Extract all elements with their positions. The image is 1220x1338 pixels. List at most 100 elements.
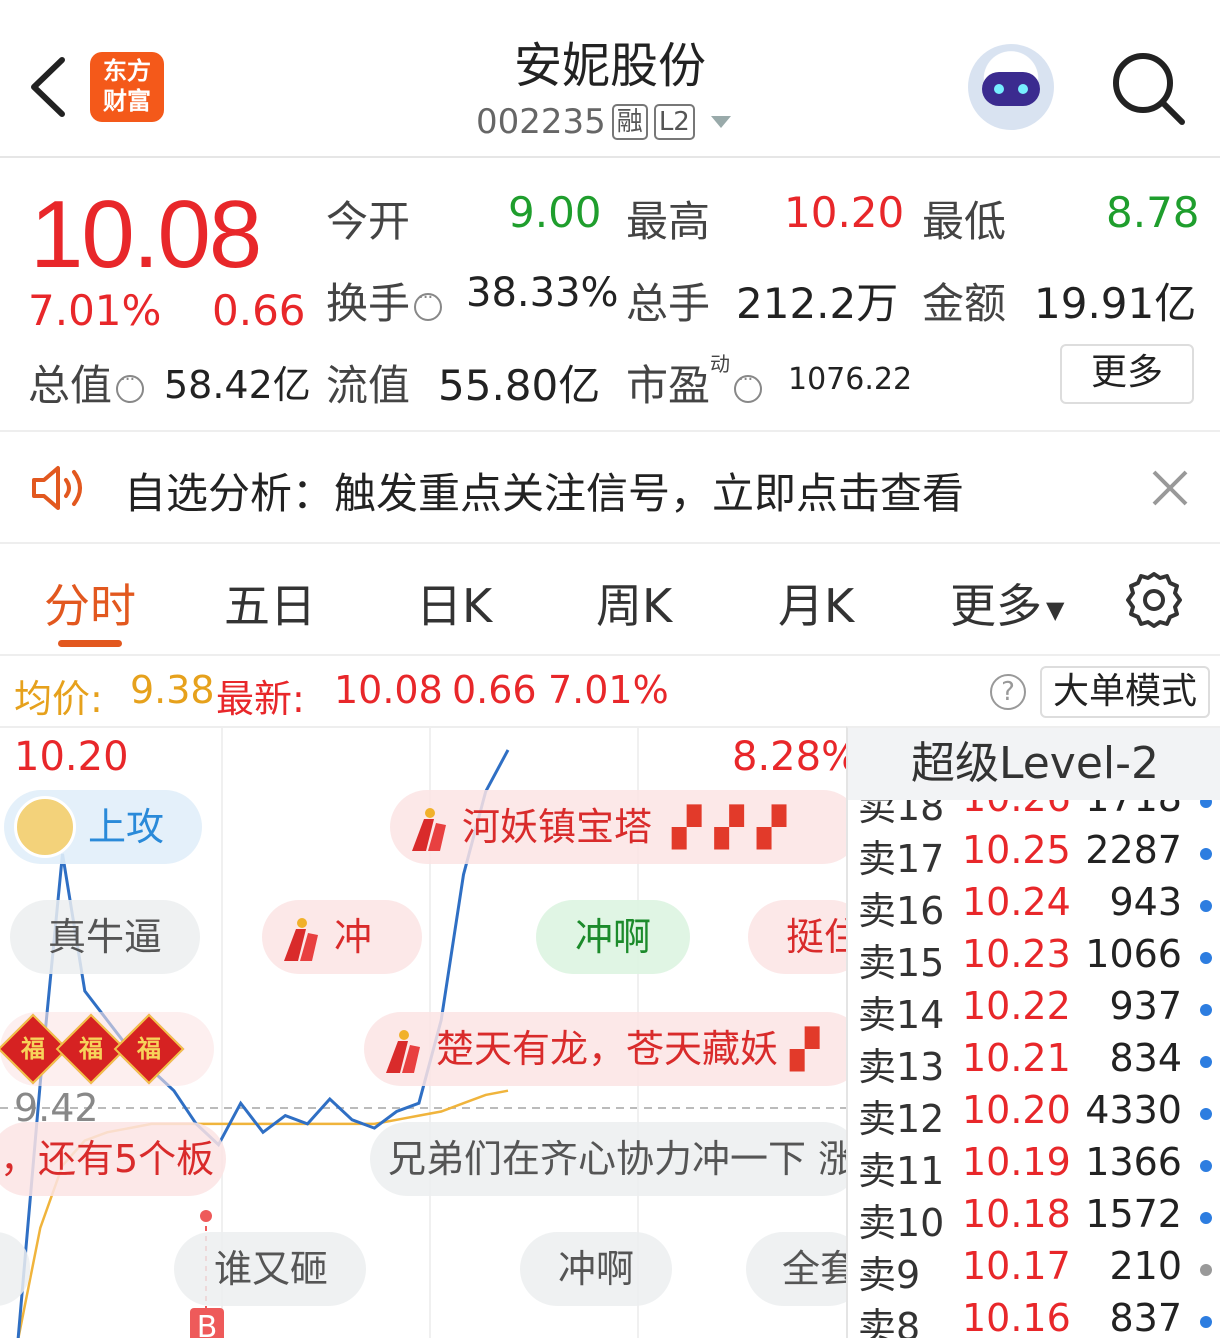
level2-header[interactable]: 超级Level-2 — [848, 728, 1220, 800]
open-value: 9.00 — [508, 188, 602, 237]
intraday-chart[interactable]: 10.20 8.28% 9.42 上攻 河妖镇宝塔 ▞ ▞ ▞ 真牛逼 冲 冲啊… — [0, 726, 846, 1338]
comment-bubble[interactable]: 谁又砸 — [174, 1232, 366, 1306]
firecracker-icon — [386, 1029, 420, 1073]
amount-label: 金额 — [922, 279, 1007, 328]
search-icon[interactable] — [1108, 48, 1188, 128]
mktcap-label: 总值 — [28, 352, 148, 413]
info-icon[interactable] — [116, 369, 145, 403]
buy-signal-badge[interactable]: B — [190, 1308, 224, 1338]
order-book-row[interactable]: 卖13 10.21 834 — [848, 1036, 1220, 1089]
tab-intraday[interactable]: 分时 — [44, 570, 136, 636]
order-book-row[interactable]: 卖15 10.23 1066 — [848, 932, 1220, 985]
order-volume: 4330 — [1085, 1088, 1182, 1132]
info-icon[interactable] — [734, 369, 763, 403]
order-level: 卖11 — [858, 1149, 945, 1193]
comment-bubble[interactable]: 兄弟们在齐心协力冲一下 涨 — [370, 1122, 846, 1196]
comment-bubble[interactable]: 上攻 — [4, 790, 202, 864]
close-icon[interactable] — [1150, 468, 1190, 508]
tab-monthly-k[interactable]: 月K — [778, 570, 854, 636]
tab-daily-k[interactable]: 日K — [416, 570, 492, 636]
order-volume: 837 — [1109, 1296, 1182, 1338]
order-book-row[interactable]: 卖16 10.24 943 — [848, 880, 1220, 933]
comment-bubble[interactable]: 楚天有龙，苍天藏妖 ▞ — [364, 1012, 846, 1086]
chart-tabs: 分时 五日 日K 周K 月K 更多 ▼ — [0, 548, 1220, 656]
pe-dynamic-sup: 动 — [710, 352, 731, 376]
order-book-row[interactable]: 卖17 10.25 2287 — [848, 828, 1220, 881]
order-price: 10.22 — [962, 984, 1071, 1028]
order-dot-icon — [1200, 1264, 1212, 1276]
help-icon[interactable]: ? — [990, 674, 1026, 710]
order-book-row[interactable]: 卖8 10.16 837 — [848, 1296, 1220, 1338]
float-label: 流值 — [326, 361, 411, 410]
latest-value: 10.08 — [334, 668, 443, 712]
quote-panel: 10.08 7.01% 0.66 今开 9.00 最高 10.20 最低 8.7… — [0, 160, 1220, 430]
order-level: 卖14 — [858, 993, 945, 1037]
tab-weekly-k[interactable]: 周K — [596, 570, 672, 636]
fu-icon: 福 — [113, 1013, 185, 1085]
order-volume: 210 — [1109, 1244, 1182, 1288]
order-dot-icon — [1200, 1316, 1212, 1328]
buy-point — [200, 1210, 212, 1222]
comment-bubble[interactable]: 全套 — [746, 1232, 846, 1306]
order-level: 卖10 — [858, 1201, 945, 1245]
app-header: 东方 财富 安妮股份 002235 融 L2 — [0, 0, 1220, 158]
order-price: 10.19 — [962, 1140, 1071, 1184]
tab-more-label: 更多 — [950, 579, 1042, 633]
pe-label: 市盈动 — [626, 352, 766, 413]
order-dot-icon — [1200, 900, 1212, 912]
change-value: 0.66 — [212, 286, 306, 335]
comment-bubble[interactable]: ，还有5个板 — [0, 1122, 226, 1196]
float-value: 55.80亿 — [438, 361, 601, 410]
order-price: 10.18 — [962, 1192, 1071, 1236]
comment-bubble[interactable]: 冲啊 — [536, 900, 690, 974]
tab-more[interactable]: 更多 ▼ — [950, 570, 1064, 636]
flag-icon: ▞ ▞ ▞ — [672, 805, 787, 849]
mktcap-value: 58.42亿 — [164, 363, 311, 407]
order-level: 卖9 — [858, 1253, 921, 1297]
amount-value: 19.91亿 — [1034, 279, 1197, 328]
more-quote-button[interactable]: 更多 — [1060, 344, 1194, 404]
gear-icon[interactable] — [1124, 570, 1184, 630]
analysis-notice[interactable]: 自选分析：触发重点关注信号，立即点击查看 — [0, 432, 1220, 542]
firecracker-icon — [284, 917, 318, 961]
info-icon[interactable] — [414, 287, 443, 321]
fu-bubble[interactable]: 福 福 福 — [0, 1012, 214, 1086]
latest-change-pct: 7.01% — [548, 668, 669, 712]
order-dot-icon — [1200, 1108, 1212, 1120]
last-price: 10.08 — [30, 181, 262, 288]
order-dot-icon — [1200, 848, 1212, 860]
order-book-row[interactable]: 卖14 10.22 937 — [848, 984, 1220, 1037]
turnover-label: 换手 — [326, 270, 446, 331]
order-book-row[interactable]: 卖12 10.20 4330 — [848, 1088, 1220, 1141]
tab-five-day[interactable]: 五日 — [224, 570, 316, 636]
order-book-row[interactable]: 卖9 10.17 210 — [848, 1244, 1220, 1297]
order-book-row[interactable]: 卖10 10.18 1572 — [848, 1192, 1220, 1245]
order-volume: 943 — [1109, 880, 1182, 924]
big-order-mode-button[interactable]: 大单模式 — [1040, 666, 1210, 718]
active-tab-indicator — [58, 640, 122, 647]
comment-bubble[interactable]: 挺住 — [748, 900, 846, 974]
top-price-label: 10.20 — [14, 734, 129, 780]
order-level: 卖8 — [858, 1305, 921, 1338]
order-level: 卖16 — [858, 889, 945, 933]
volume-label: 总手 — [626, 279, 711, 328]
high-value: 10.20 — [784, 188, 905, 237]
order-volume: 937 — [1109, 984, 1182, 1028]
pe-label-text: 市盈 — [626, 361, 711, 410]
high-label: 最高 — [626, 197, 711, 246]
dropdown-caret-icon[interactable] — [710, 116, 731, 128]
comment-bubble[interactable]: 河妖镇宝塔 ▞ ▞ ▞ — [390, 790, 846, 864]
order-book-row[interactable]: 卖11 10.19 1366 — [848, 1140, 1220, 1193]
order-dot-icon — [1200, 1212, 1212, 1224]
comment-bubble[interactable]: 冲啊 — [520, 1232, 672, 1306]
comment-bubble[interactable]: 真牛逼 — [10, 900, 200, 974]
order-price: 10.21 — [962, 1036, 1071, 1080]
robot-assistant-icon[interactable] — [968, 44, 1054, 130]
order-price: 10.24 — [962, 880, 1071, 924]
order-dot-icon — [1200, 952, 1212, 964]
stock-code-row[interactable]: 002235 融 L2 — [476, 100, 731, 144]
order-price: 10.20 — [962, 1088, 1071, 1132]
level2-tag: L2 — [653, 104, 695, 140]
comment-bubble[interactable]: 冲 — [262, 900, 422, 974]
low-value: 8.78 — [1106, 188, 1200, 237]
